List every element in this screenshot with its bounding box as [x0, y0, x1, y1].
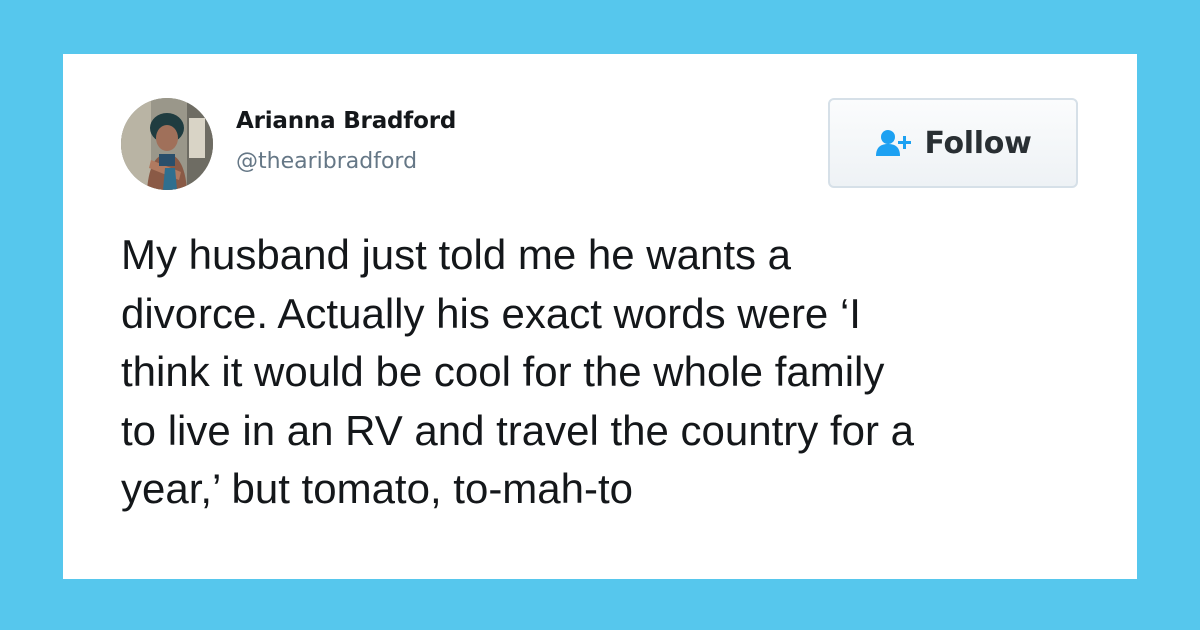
tweet-card: Arianna Bradford @thearibradford Follow … [63, 54, 1137, 579]
tweet-text: My husband just told me he wants a divor… [121, 231, 914, 512]
avatar[interactable] [121, 98, 213, 190]
add-user-icon [875, 128, 913, 158]
follow-button[interactable]: Follow [828, 98, 1078, 188]
follow-button-label: Follow [924, 125, 1032, 161]
avatar-photo [121, 98, 213, 190]
author-display-name[interactable]: Arianna Bradford [236, 108, 456, 134]
author-handle[interactable]: @thearibradford [236, 149, 417, 174]
